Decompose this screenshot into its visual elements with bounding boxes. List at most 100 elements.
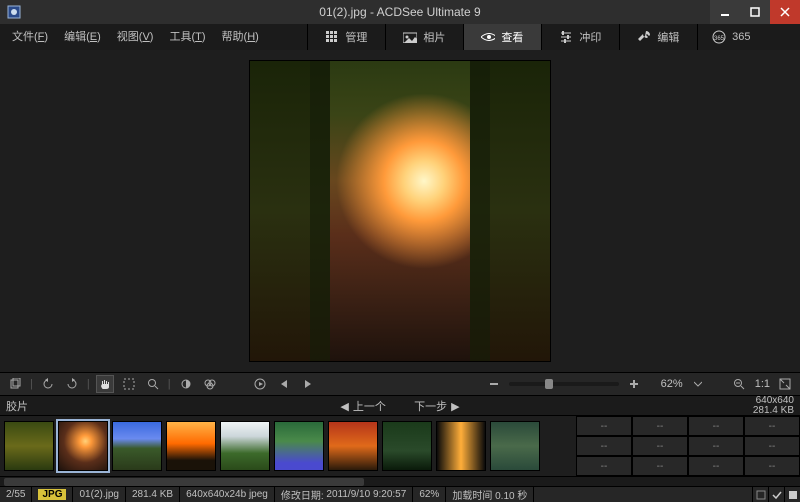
- mode-label: 365: [732, 31, 750, 43]
- window-controls: [710, 0, 800, 24]
- thumbnail[interactable]: [220, 421, 270, 471]
- meta-cell: --: [688, 456, 744, 476]
- divider: |: [87, 378, 90, 390]
- mode-develop[interactable]: 冲印: [541, 24, 619, 50]
- prev-icon[interactable]: [275, 375, 293, 393]
- thumbnail[interactable]: [58, 421, 108, 471]
- menu-file[interactable]: 文件(F): [4, 24, 56, 50]
- zoom-slider[interactable]: [509, 382, 619, 386]
- meta-cell: --: [744, 436, 800, 456]
- meta-cell: --: [576, 416, 632, 436]
- filmstrip-scrollbar[interactable]: [0, 476, 800, 486]
- wrench-icon: [637, 30, 651, 44]
- maximize-button[interactable]: [740, 0, 770, 24]
- thumbnail[interactable]: [436, 421, 486, 471]
- pan-hand-icon[interactable]: [96, 375, 114, 393]
- meta-cell: --: [632, 436, 688, 456]
- filmstrip[interactable]: [0, 416, 576, 476]
- thumbnail[interactable]: [112, 421, 162, 471]
- status-bar: 2/55 JPG 01(2).jpg 281.4 KB 640x640x24b …: [0, 486, 800, 502]
- svg-text:365: 365: [714, 36, 725, 42]
- mode-edit[interactable]: 编辑: [619, 24, 697, 50]
- minimize-button[interactable]: [710, 0, 740, 24]
- menu-view[interactable]: 视图(V): [109, 24, 162, 50]
- status-filename: 01(2).jpg: [73, 487, 125, 502]
- tag-icon[interactable]: [784, 487, 800, 502]
- mode-365[interactable]: 365 365: [697, 24, 765, 50]
- image-viewer[interactable]: [0, 50, 800, 372]
- viewer-toolbar: | | | 62% 1:1: [0, 372, 800, 396]
- eye-icon: [481, 30, 495, 44]
- status-loadtime: 加载时间 0.10 秒: [446, 487, 534, 502]
- close-button[interactable]: [770, 0, 800, 24]
- mode-manage[interactable]: 管理: [307, 24, 385, 50]
- current-size: 281.4 KB: [753, 406, 794, 416]
- status-zoom: 62%: [413, 487, 446, 502]
- chevron-down-icon[interactable]: [689, 375, 707, 393]
- menu-bar: 文件(F) 编辑(E) 视图(V) 工具(T) 帮助(H) 管理 相片 查看 冲…: [0, 24, 800, 50]
- status-dims: 640x640x24b jpeg: [180, 487, 275, 502]
- menu-tools[interactable]: 工具(T): [161, 24, 213, 50]
- zoom-slider-thumb[interactable]: [545, 379, 553, 389]
- window-title: 01(2).jpg - ACDSee Ultimate 9: [0, 5, 800, 19]
- divider: |: [168, 378, 171, 390]
- menu-edit[interactable]: 编辑(E): [56, 24, 109, 50]
- zoom-readout: 62%: [649, 378, 683, 390]
- copy-icon[interactable]: [6, 375, 24, 393]
- check-icon[interactable]: [768, 487, 784, 502]
- meta-cell: --: [744, 416, 800, 436]
- zoom-in-icon[interactable]: [625, 375, 643, 393]
- flag-icon[interactable]: [752, 487, 768, 502]
- app-icon: [4, 2, 24, 22]
- thumbnail[interactable]: [328, 421, 378, 471]
- mode-label: 相片: [423, 29, 445, 45]
- thumbnail[interactable]: [274, 421, 324, 471]
- thumbnail[interactable]: [490, 421, 540, 471]
- meta-cell: --: [576, 436, 632, 456]
- play-icon[interactable]: [251, 375, 269, 393]
- meta-cell: --: [688, 436, 744, 456]
- rotate-cw-icon[interactable]: [63, 375, 81, 393]
- zoom-tool-icon[interactable]: [144, 375, 162, 393]
- sliders-icon: [559, 30, 573, 44]
- filmstrip-title: 胶片: [6, 398, 28, 414]
- scrollbar-thumb[interactable]: [4, 478, 364, 486]
- filmstrip-info: 640x640 281.4 KB: [753, 396, 794, 416]
- status-filesize: 281.4 KB: [126, 487, 180, 502]
- meta-cell: --: [576, 456, 632, 476]
- thumbnail[interactable]: [166, 421, 216, 471]
- select-icon[interactable]: [120, 375, 138, 393]
- expand-icon[interactable]: [776, 375, 794, 393]
- mode-label: 冲印: [579, 29, 601, 45]
- filmstrip-nav: ◀上一个 下一步▶: [0, 398, 800, 414]
- zoom-fit-icon[interactable]: [731, 375, 749, 393]
- status-modified: 修改日期: 2011/9/10 9:20:57: [275, 487, 413, 502]
- photo-icon: [403, 30, 417, 44]
- thumbnail[interactable]: [382, 421, 432, 471]
- effects-icon[interactable]: [201, 375, 219, 393]
- mode-view[interactable]: 查看: [463, 24, 541, 50]
- zoom-out-icon[interactable]: [485, 375, 503, 393]
- format-badge: JPG: [38, 489, 66, 500]
- next-image-button[interactable]: 下一步▶: [406, 401, 463, 413]
- mode-tabs: 管理 相片 查看 冲印 编辑 365 365: [307, 24, 800, 50]
- divider: |: [30, 378, 33, 390]
- menu-help[interactable]: 帮助(H): [214, 24, 267, 50]
- mode-photos[interactable]: 相片: [385, 24, 463, 50]
- prev-image-button[interactable]: ◀上一个: [336, 401, 393, 413]
- current-dims: 640x640: [753, 396, 794, 406]
- meta-cell: --: [632, 456, 688, 476]
- next-icon[interactable]: [299, 375, 317, 393]
- grid-icon: [325, 30, 339, 44]
- mode-label: 管理: [345, 29, 367, 45]
- filmstrip-row: -- -- -- -- -- -- -- -- -- -- -- --: [0, 416, 800, 476]
- title-bar: 01(2).jpg - ACDSee Ultimate 9: [0, 0, 800, 24]
- one-to-one-button[interactable]: 1:1: [755, 378, 770, 390]
- thumbnail[interactable]: [4, 421, 54, 471]
- status-counter: 2/55: [0, 487, 32, 502]
- rotate-ccw-icon[interactable]: [39, 375, 57, 393]
- status-format: JPG: [32, 487, 73, 502]
- metadata-grid: -- -- -- -- -- -- -- -- -- -- -- --: [576, 416, 800, 476]
- circle-365-icon: 365: [712, 30, 726, 44]
- exposure-icon[interactable]: [177, 375, 195, 393]
